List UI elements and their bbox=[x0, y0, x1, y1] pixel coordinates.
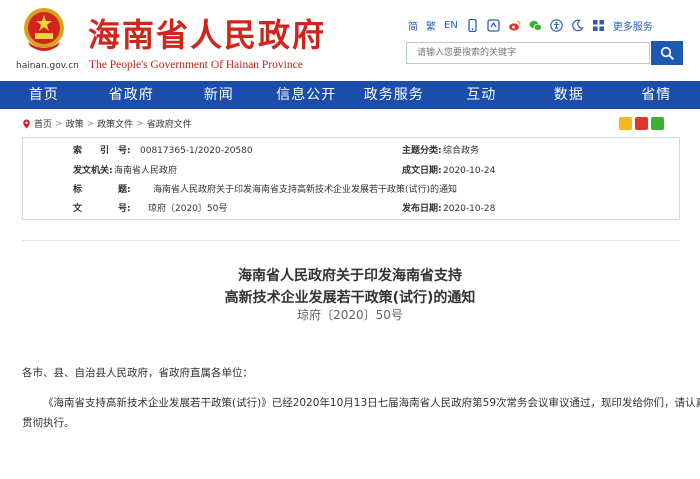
breadcrumb-separator: > bbox=[55, 118, 63, 129]
salutation-text: 各市、县、自治县人民政府，省政府直属各单位： bbox=[22, 367, 253, 379]
utility-bar: 简 繁 EN 更多服务 bbox=[408, 15, 653, 35]
doc-number-label: 文 号: bbox=[73, 204, 131, 214]
breadcrumb: 首页 > 政策 > 政策文件 > 省政府文件 bbox=[22, 117, 192, 130]
doc-number-value: 琼府〔2020〕50号 bbox=[148, 204, 228, 214]
index-value: 00817365-1/2020-20580 bbox=[140, 146, 253, 156]
category-label: 主题分类: bbox=[402, 146, 442, 156]
breadcrumb-separator: > bbox=[136, 118, 144, 129]
nav-item-government[interactable]: 省政府 bbox=[88, 81, 176, 109]
qzone-share-icon[interactable] bbox=[619, 117, 632, 130]
document-title-line2: 高新技术企业发展若干政策(试行)的通知 bbox=[224, 290, 476, 306]
lang-simplified-link[interactable]: 简 bbox=[408, 18, 418, 33]
nav-item-interaction[interactable]: 互动 bbox=[438, 81, 526, 109]
publish-date-label: 发布日期: bbox=[402, 204, 442, 214]
index-label: 索 引 号: bbox=[73, 146, 131, 156]
nav-item-province-overview[interactable]: 省情 bbox=[613, 81, 700, 109]
site-title[interactable]: 海南省人民政府 bbox=[88, 10, 326, 56]
nav-item-info-disclosure[interactable]: 信息公开 bbox=[263, 81, 351, 109]
written-date-label: 成文日期: bbox=[402, 166, 442, 176]
site-subtitle: The People's Government Of Hainan Provin… bbox=[89, 59, 303, 71]
body-text-line1: 《海南省支持高新技术企业发展若干政策(试行)》已经2020年10月13日七届海南… bbox=[43, 397, 700, 409]
grid-icon[interactable] bbox=[592, 19, 605, 32]
breadcrumb-policy-docs[interactable]: 政策文件 bbox=[97, 117, 133, 130]
mobile-icon[interactable] bbox=[466, 18, 479, 32]
written-date-value: 2020-10-24 bbox=[443, 166, 496, 176]
wechat-icon[interactable] bbox=[529, 19, 542, 32]
app-icon[interactable] bbox=[487, 18, 500, 32]
title-value: 海南省人民政府关于印发海南省支持高新技术企业发展若干政策(试行)的通知 bbox=[153, 185, 458, 195]
body-text-line2: 贯彻执行。 bbox=[22, 417, 75, 429]
title-label: 标 题: bbox=[73, 185, 131, 195]
document-number: 琼府〔2020〕50号 bbox=[297, 308, 403, 322]
site-header: hainan.gov.cn 海南省人民政府 The People's Gover… bbox=[0, 0, 700, 80]
content-divider bbox=[22, 240, 680, 241]
search-box bbox=[406, 42, 650, 64]
search-button[interactable] bbox=[651, 41, 683, 65]
national-emblem-icon[interactable] bbox=[22, 6, 66, 54]
meta-row: 发文机关: 海南省人民政府 成文日期: 2020-10-24 bbox=[23, 161, 679, 181]
breadcrumb-policy[interactable]: 政策 bbox=[66, 117, 84, 130]
document-title-line1: 海南省人民政府关于印发海南省支持 bbox=[238, 268, 462, 284]
nav-item-gov-services[interactable]: 政务服务 bbox=[350, 81, 438, 109]
moon-icon[interactable] bbox=[571, 19, 584, 32]
search-input[interactable] bbox=[407, 43, 649, 63]
publish-date-value: 2020-10-28 bbox=[443, 204, 496, 214]
weibo-icon[interactable] bbox=[508, 19, 521, 32]
lang-english-link[interactable]: EN bbox=[444, 20, 458, 31]
location-pin-icon bbox=[23, 119, 30, 128]
lang-traditional-link[interactable]: 繁 bbox=[426, 18, 436, 33]
search-icon bbox=[660, 46, 674, 60]
more-services-link[interactable]: 更多服务 bbox=[613, 18, 653, 33]
breadcrumb-separator: > bbox=[86, 118, 95, 129]
org-label: 发文机关: bbox=[73, 166, 113, 176]
share-bar bbox=[619, 117, 664, 130]
meta-row: 索 引 号: 00817365-1/2020-20580 主题分类: 综合政务 bbox=[23, 141, 679, 161]
category-value: 综合政务 bbox=[443, 146, 480, 156]
nav-item-data[interactable]: 数据 bbox=[525, 81, 613, 109]
site-url: hainan.gov.cn bbox=[16, 61, 79, 71]
breadcrumb-home[interactable]: 首页 bbox=[34, 117, 52, 130]
main-nav: 首页 省政府 新闻 信息公开 政务服务 互动 数据 省情 bbox=[0, 81, 700, 109]
breadcrumb-provincial-docs[interactable]: 省政府文件 bbox=[147, 117, 192, 130]
meta-row: 标 题: 海南省人民政府关于印发海南省支持高新技术企业发展若干政策(试行)的通知 bbox=[23, 180, 679, 200]
nav-item-home[interactable]: 首页 bbox=[0, 81, 88, 109]
wechat-share-icon[interactable] bbox=[651, 117, 664, 130]
accessibility-icon[interactable] bbox=[550, 18, 563, 32]
org-value: 海南省人民政府 bbox=[114, 166, 178, 176]
weibo-share-icon[interactable] bbox=[635, 117, 648, 130]
nav-item-news[interactable]: 新闻 bbox=[175, 81, 263, 109]
document-meta-table: 索 引 号: 00817365-1/2020-20580 主题分类: 综合政务 … bbox=[22, 137, 680, 220]
meta-row: 文 号: 琼府〔2020〕50号 发布日期: 2020-10-28 bbox=[23, 199, 679, 219]
